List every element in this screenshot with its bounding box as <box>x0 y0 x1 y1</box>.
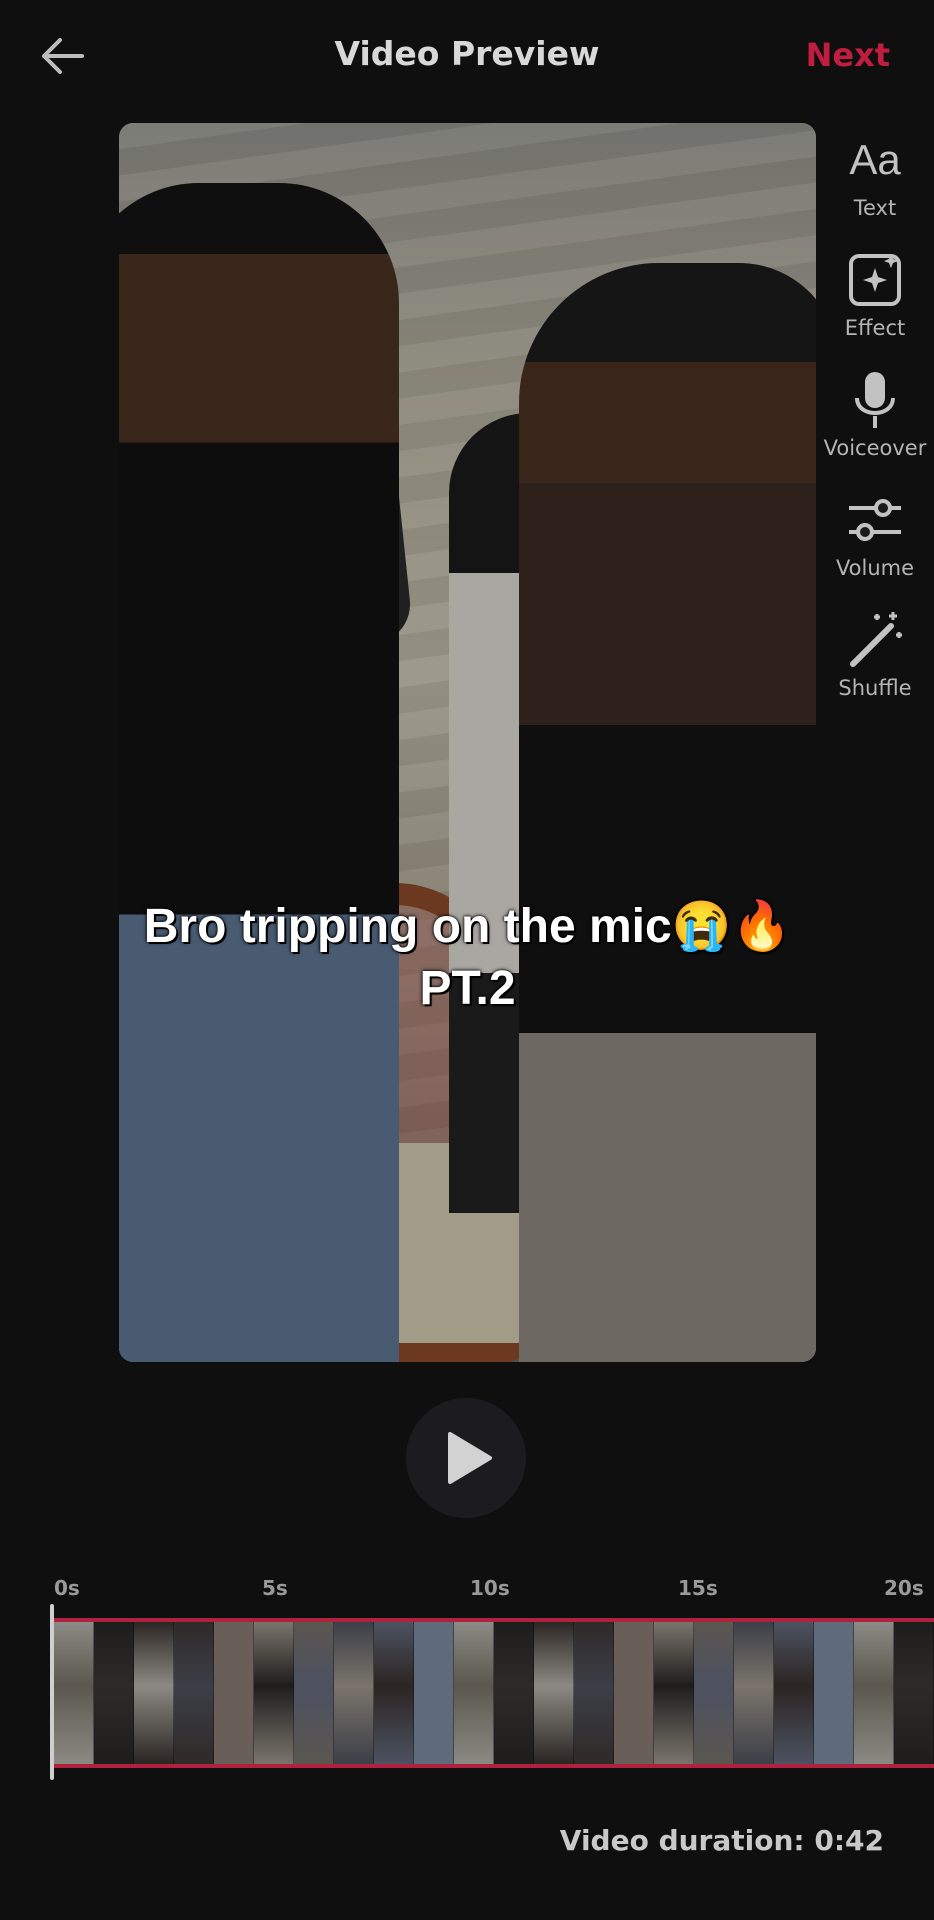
timeline-strip[interactable] <box>54 1618 934 1768</box>
tool-shuffle[interactable]: Shuffle <box>816 610 934 730</box>
timeline-thumbnail <box>174 1622 214 1764</box>
timeline-thumbnail <box>534 1622 574 1764</box>
tool-text[interactable]: Aa Text <box>816 130 934 250</box>
tool-effect-label: Effect <box>844 316 906 340</box>
timeline-thumbnail <box>374 1622 414 1764</box>
next-button[interactable]: Next <box>806 36 890 74</box>
tool-text-label: Text <box>853 196 897 220</box>
timeline-thumbnail <box>94 1622 134 1764</box>
timeline-thumbnail <box>254 1622 294 1764</box>
timeline-thumbnail <box>214 1622 254 1764</box>
magic-wand-icon <box>850 612 902 667</box>
timeline-thumbnail <box>494 1622 534 1764</box>
timeline-thumbnail <box>134 1622 174 1764</box>
play-button[interactable] <box>406 1398 526 1518</box>
video-dim-overlay <box>119 123 816 1362</box>
text-aa-icon: Aa <box>849 136 901 183</box>
tick-label: 0s <box>54 1576 80 1600</box>
timeline-thumbnail <box>574 1622 614 1764</box>
timeline-thumbnail <box>814 1622 854 1764</box>
video-duration: Video duration: 0:42 <box>559 1824 884 1857</box>
timeline-thumbnail <box>414 1622 454 1764</box>
tick-label: 20s <box>884 1576 924 1600</box>
tool-voiceover-label: Voiceover <box>823 436 927 460</box>
tick-label: 15s <box>678 1576 718 1600</box>
tick-label: 10s <box>470 1576 510 1600</box>
timeline-thumbnail <box>54 1622 94 1764</box>
caption-line-2: PT.2 <box>419 962 516 1015</box>
video-caption[interactable]: Bro tripping on the mic😭🔥 PT.2 <box>119 896 816 1020</box>
timeline-thumbnail <box>454 1622 494 1764</box>
tool-effect[interactable]: Effect <box>816 250 934 370</box>
timeline-thumbnail <box>614 1622 654 1764</box>
tool-voiceover[interactable]: Voiceover <box>816 370 934 490</box>
tool-shuffle-label: Shuffle <box>838 676 912 700</box>
timeline-playhead[interactable] <box>50 1604 54 1780</box>
caption-line-1: Bro tripping on the mic😭🔥 <box>143 900 792 953</box>
top-bar: Video Preview Next <box>0 0 934 115</box>
timeline-thumbnail <box>334 1622 374 1764</box>
sliders-icon <box>849 499 901 541</box>
tool-volume[interactable]: Volume <box>816 490 934 610</box>
microphone-icon <box>855 372 895 428</box>
edit-tools: Aa Text Effect Voiceover Volume Shuffle <box>816 130 934 730</box>
timeline-ruler: 0s 5s 10s 15s 20s <box>0 1576 934 1606</box>
timeline-thumbnail <box>854 1622 894 1764</box>
video-preview[interactable]: Bro tripping on the mic😭🔥 PT.2 <box>119 123 816 1362</box>
timeline-thumbnail <box>734 1622 774 1764</box>
timeline-thumbnail <box>294 1622 334 1764</box>
timeline-thumbnail <box>774 1622 814 1764</box>
timeline-thumbnail <box>894 1622 934 1764</box>
page-title: Video Preview <box>334 34 600 73</box>
sparkle-effect-icon <box>849 254 901 306</box>
timeline-thumbnail <box>694 1622 734 1764</box>
tick-label: 5s <box>262 1576 288 1600</box>
timeline-thumbnail <box>654 1622 694 1764</box>
tool-volume-label: Volume <box>835 556 915 580</box>
play-icon <box>448 1432 492 1484</box>
